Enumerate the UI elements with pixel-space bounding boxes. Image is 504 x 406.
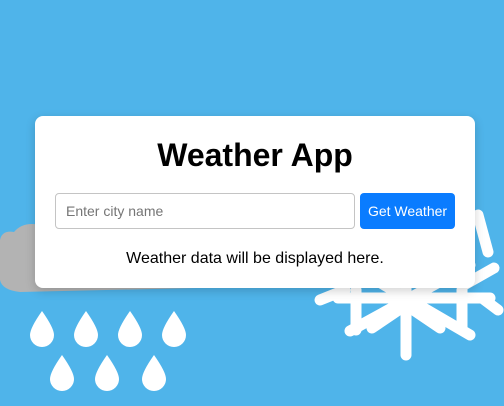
raindrop-icon	[30, 311, 186, 391]
app-title: Weather App	[157, 137, 353, 173]
get-weather-button[interactable]: Get Weather	[360, 193, 455, 229]
weather-output-text: Weather data will be displayed here.	[126, 250, 384, 267]
weather-card: Weather App Get Weather Weather data wil…	[35, 116, 475, 288]
city-input[interactable]	[55, 193, 355, 229]
